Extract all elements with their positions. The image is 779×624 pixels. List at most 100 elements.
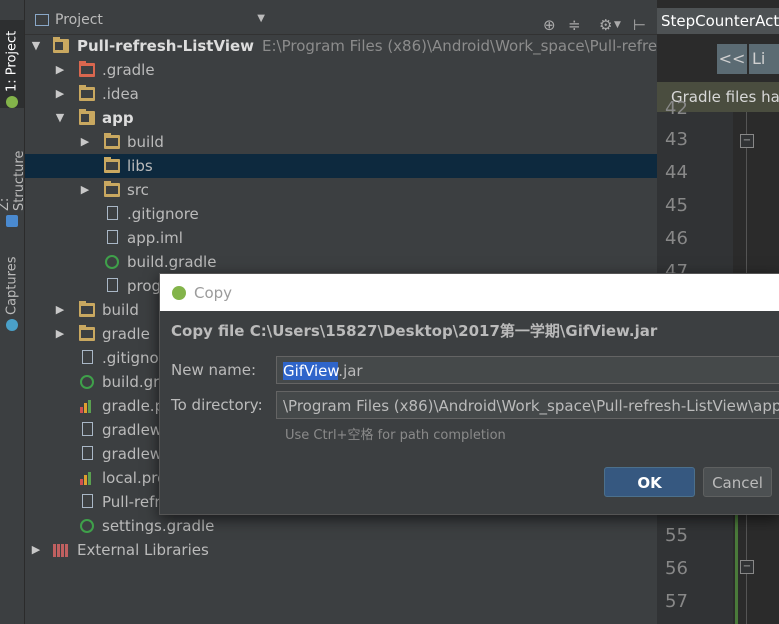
library-icon — [53, 543, 69, 557]
collapsed-arrow-icon[interactable]: ▶ — [53, 82, 67, 106]
tree-item-src[interactable]: ▶ src — [25, 178, 657, 202]
folder-icon — [79, 325, 95, 341]
gear-icon[interactable]: ⚙ — [599, 16, 612, 34]
path-completion-hint: Use Ctrl+空格 for path completion — [285, 428, 506, 443]
line-number: 45 — [665, 195, 688, 216]
cancel-button[interactable]: Cancel — [703, 467, 772, 497]
editor-tab[interactable]: StepCounterActivity — [657, 8, 779, 34]
folder-icon — [79, 85, 95, 101]
project-view-label: Project — [55, 12, 103, 28]
folder-icon — [79, 301, 95, 317]
folder-icon — [104, 157, 120, 173]
tree-item-label: src — [127, 181, 149, 199]
tree-item-app-gitignore[interactable]: .gitignore — [25, 202, 657, 226]
locate-icon[interactable]: ⊕ — [543, 16, 556, 34]
project-view-selector[interactable]: Project ▼ — [35, 9, 265, 31]
tree-item-app-iml[interactable]: app.iml — [25, 226, 657, 250]
chevron-down-icon[interactable]: ▼ — [614, 20, 621, 30]
tree-item-dot-gradle[interactable]: ▶ .gradle — [25, 58, 657, 82]
fold-collapse-icon[interactable]: − — [740, 560, 754, 574]
tool-tab-project-label: 1: Project — [4, 30, 20, 92]
tree-item-label: gradlew — [102, 421, 163, 439]
android-studio-icon — [172, 285, 186, 300]
module-folder-icon — [53, 37, 69, 53]
collapsed-arrow-icon[interactable]: ▶ — [53, 58, 67, 82]
tree-item-app[interactable]: ▼ app — [25, 106, 657, 130]
tree-item-app-build-gradle[interactable]: build.gradle — [25, 250, 657, 274]
folder-icon — [104, 181, 120, 197]
navigate-back-button[interactable]: << — [717, 44, 747, 74]
project-panel-header: Project ▼ ⊕ ≑ ⚙ ▼ ⊢ — [25, 6, 657, 35]
collapsed-arrow-icon[interactable]: ▶ — [53, 322, 67, 346]
tree-item-label: libs — [127, 157, 153, 175]
selected-text: GifView — [283, 362, 339, 380]
tree-item-label: gradle — [102, 325, 150, 343]
collapsed-arrow-icon[interactable]: ▶ — [78, 178, 92, 202]
collapsed-arrow-icon[interactable]: ▶ — [29, 538, 43, 562]
gradle-icon — [80, 375, 94, 389]
collapsed-arrow-icon[interactable]: ▶ — [78, 130, 92, 154]
collapse-all-icon[interactable]: ≑ — [568, 16, 581, 34]
line-number: 56 — [665, 558, 688, 579]
expanded-arrow-icon[interactable]: ▼ — [53, 106, 67, 130]
collapsed-arrow-icon[interactable]: ▶ — [53, 298, 67, 322]
properties-file-icon — [80, 471, 96, 485]
tool-tab-project[interactable]: 1: Project — [0, 20, 24, 108]
tree-item-libs[interactable]: libs — [25, 154, 657, 178]
new-name-label: New name: — [171, 361, 257, 379]
tree-item-label: .gradle — [102, 61, 155, 79]
tree-item-label: app.iml — [127, 229, 183, 247]
excluded-folder-icon — [79, 61, 95, 77]
tool-tab-captures[interactable]: Captures — [0, 255, 24, 331]
tree-item-app-build[interactable]: ▶ build — [25, 130, 657, 154]
gradle-icon — [105, 255, 119, 269]
line-number: 46 — [665, 228, 688, 249]
left-tool-stripe: 1: Project Z: Structure Captures — [0, 0, 27, 624]
new-name-input[interactable]: GifView.jar — [276, 356, 779, 384]
properties-file-icon — [80, 399, 96, 413]
tree-item-settings-gradle[interactable]: settings.gradle — [25, 514, 657, 538]
tree-item-project-root[interactable]: ▼ Pull-refresh-ListView E:\Program Files … — [25, 34, 657, 58]
tree-item-label: Pull-refresh-ListView E:\Program Files (x… — [77, 37, 657, 55]
tree-item-label: .idea — [102, 85, 139, 103]
gradle-icon — [80, 519, 94, 533]
iml-file-icon — [107, 230, 118, 244]
dialog-titlebar[interactable]: Copy — [160, 274, 779, 311]
tree-item-label: .gitignore — [127, 205, 199, 223]
project-view-icon — [35, 14, 49, 26]
ok-button[interactable]: OK — [604, 467, 695, 497]
tree-item-external-libraries[interactable]: ▶ External Libraries — [25, 538, 657, 562]
line-number: 43 — [665, 129, 688, 150]
unselected-text: .jar — [338, 362, 363, 380]
line-number: 55 — [665, 525, 688, 546]
tree-item-label: app — [102, 109, 134, 127]
vcs-change-marker[interactable] — [735, 510, 738, 624]
tool-tab-structure-label: Z: Structure — [0, 150, 27, 212]
navigate-next-button[interactable]: Li — [749, 44, 779, 74]
chevron-down-icon: ▼ — [257, 13, 265, 24]
module-folder-icon — [79, 109, 95, 125]
tool-tab-structure[interactable]: Z: Structure — [0, 135, 27, 227]
tool-tab-captures-label: Captures — [4, 256, 20, 315]
structure-icon — [6, 215, 18, 227]
iml-file-icon — [82, 494, 93, 508]
to-directory-input[interactable]: \Program Files (x86)\Android\Work_space\… — [276, 391, 779, 419]
text-file-icon — [107, 206, 118, 220]
line-number: 57 — [665, 591, 688, 612]
dialog-title: Copy — [194, 283, 233, 302]
camera-icon — [6, 319, 18, 331]
expanded-arrow-icon[interactable]: ▼ — [29, 34, 43, 58]
text-file-icon — [82, 422, 93, 436]
text-file-icon — [82, 446, 93, 460]
tree-item-idea[interactable]: ▶ .idea — [25, 82, 657, 106]
text-file-icon — [107, 278, 118, 292]
hide-panel-icon[interactable]: ⊢ — [633, 16, 646, 34]
line-number: 42 — [665, 98, 688, 119]
fold-collapse-icon[interactable]: − — [740, 134, 754, 148]
tree-item-label: settings.gradle — [102, 517, 215, 535]
text-file-icon — [82, 350, 93, 364]
tree-item-label: build — [102, 301, 139, 319]
tree-item-label: External Libraries — [77, 541, 209, 559]
tree-item-label: build — [127, 133, 164, 151]
folder-icon — [104, 133, 120, 149]
